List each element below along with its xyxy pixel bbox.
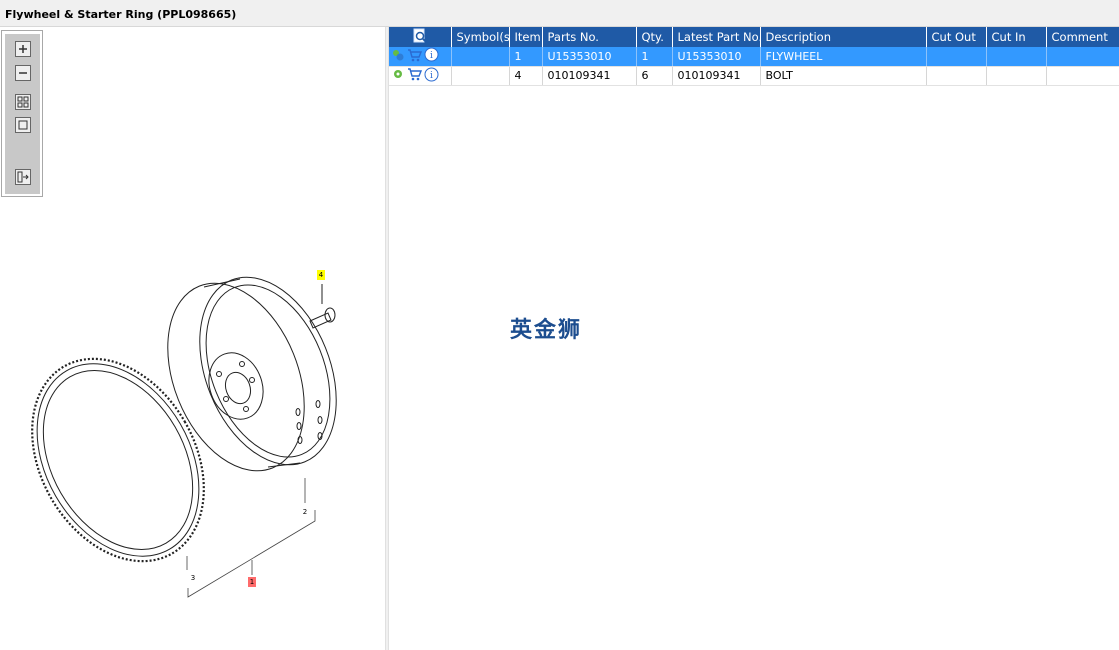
cell-cut-out xyxy=(926,47,987,67)
zoom-in-icon[interactable] xyxy=(15,41,31,57)
callout-4[interactable]: 4 xyxy=(317,270,325,280)
callout-1[interactable]: 1 xyxy=(248,577,256,587)
table-row[interactable]: i 1 U15353010 1 U15353010 FLYWHEEL xyxy=(389,47,1119,67)
cart-icon[interactable] xyxy=(407,48,423,65)
parts-table: Symbol(s) Item Parts No. Qty. Latest Par… xyxy=(389,27,1119,86)
info-icon[interactable]: i xyxy=(424,47,439,65)
export-icon[interactable] xyxy=(15,169,31,185)
cell-cut-out xyxy=(926,66,987,86)
cell-item: 1 xyxy=(509,47,543,67)
title-bar: Flywheel & Starter Ring (PPL098665) xyxy=(0,0,1119,27)
svg-text:i: i xyxy=(430,51,433,61)
parts-grid: Symbol(s) Item Parts No. Qty. Latest Par… xyxy=(389,27,1119,650)
column-header-description[interactable]: Description xyxy=(760,27,927,47)
fit-window-icon[interactable] xyxy=(15,117,31,133)
cell-qty: 6 xyxy=(636,66,673,86)
cell-latest-part-no: 010109341 xyxy=(672,66,761,86)
zoom-out-icon[interactable] xyxy=(15,65,31,81)
fit-all-icon[interactable] xyxy=(15,94,31,110)
column-header-parts-no[interactable]: Parts No. xyxy=(542,27,637,47)
callout-3[interactable]: 3 xyxy=(189,573,197,583)
zoom-toolbar xyxy=(1,30,43,197)
cell-symbols xyxy=(451,47,510,67)
exploded-drawing xyxy=(31,276,337,598)
cell-description: FLYWHEEL xyxy=(760,47,927,67)
window-title: Flywheel & Starter Ring (PPL098665) xyxy=(5,8,237,21)
search-document-icon xyxy=(413,28,427,43)
cell-cut-in xyxy=(986,66,1047,86)
gear-icon[interactable] xyxy=(391,48,405,65)
cell-qty: 1 xyxy=(636,47,673,67)
cell-latest-part-no: U15353010 xyxy=(672,47,761,67)
cell-comment xyxy=(1046,47,1119,67)
cell-description: BOLT xyxy=(760,66,927,86)
table-row[interactable]: i 4 010109341 6 010109341 BOLT xyxy=(389,66,1119,86)
watermark-text: 英金狮 xyxy=(510,318,583,343)
cell-parts-no: 010109341 xyxy=(542,66,637,86)
column-header-qty[interactable]: Qty. xyxy=(636,27,673,47)
callout-3-label: 3 xyxy=(190,574,196,582)
callout-4-label: 4 xyxy=(318,271,324,279)
cell-item: 4 xyxy=(509,66,543,86)
table-header: Symbol(s) Item Parts No. Qty. Latest Par… xyxy=(389,27,1119,47)
callout-2[interactable]: 2 xyxy=(301,507,309,517)
cell-symbols xyxy=(451,66,510,86)
cell-comment xyxy=(1046,66,1119,86)
column-header-symbols[interactable]: Symbol(s) xyxy=(451,27,510,47)
column-header-comment[interactable]: Comment xyxy=(1046,27,1119,47)
column-header-tools[interactable] xyxy=(389,27,452,47)
column-header-cut-out[interactable]: Cut Out xyxy=(926,27,987,47)
row-actions: i xyxy=(389,66,452,86)
column-header-latest-part-no[interactable]: Latest Part No. xyxy=(672,27,761,47)
callout-1-label: 1 xyxy=(249,578,255,586)
info-icon[interactable]: i xyxy=(424,67,439,85)
cell-cut-in xyxy=(986,47,1047,67)
illustration-pane[interactable]: 4 2 3 1 xyxy=(0,27,385,650)
row-actions: i xyxy=(389,47,452,67)
cell-parts-no: U15353010 xyxy=(542,47,637,67)
callout-2-label: 2 xyxy=(302,508,308,516)
column-header-cut-in[interactable]: Cut In xyxy=(986,27,1047,47)
cart-icon[interactable] xyxy=(407,67,423,84)
svg-text:i: i xyxy=(430,71,433,81)
column-header-item[interactable]: Item xyxy=(509,27,543,47)
gear-icon[interactable] xyxy=(391,67,405,84)
